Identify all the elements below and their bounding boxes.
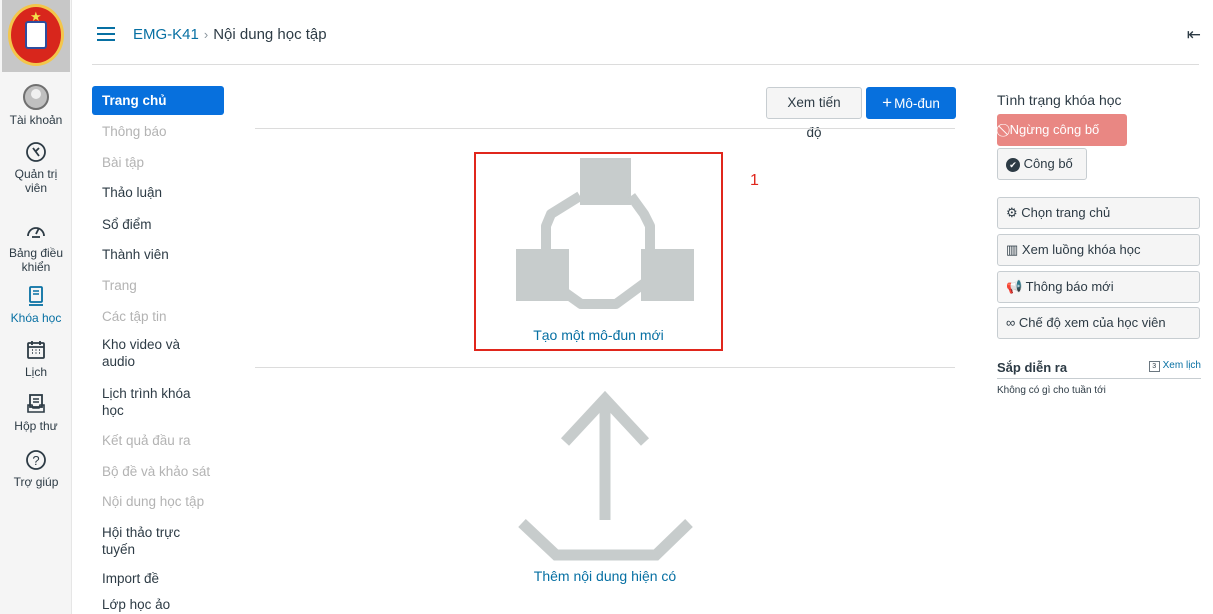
create-module-link[interactable]: Tạo một mô-đun mới bbox=[476, 327, 721, 343]
new-announcement-button[interactable]: 📢 Thông báo mới bbox=[997, 271, 1200, 303]
upcoming-section: Sắp diễn ra 3 Xem lịch Không có gì cho tu… bbox=[997, 360, 1201, 396]
global-nav-help[interactable]: ? Trợ giúp bbox=[0, 448, 72, 489]
header-divider bbox=[92, 64, 1199, 65]
megaphone-icon: 📢 bbox=[1006, 279, 1023, 294]
global-nav-label: Hộp thư bbox=[14, 419, 58, 433]
view-progress-button[interactable]: Xem tiến độ bbox=[766, 87, 862, 140]
choose-home-page-button[interactable]: ⚙ Chọn trang chủ bbox=[997, 197, 1200, 229]
import-content-area[interactable]: Thêm nội dung hiện có bbox=[470, 385, 740, 585]
annotation-marker: 1 bbox=[750, 172, 759, 189]
logo-seal: ★ bbox=[8, 4, 64, 66]
course-nav-item-modules[interactable]: Nội dung học tập bbox=[92, 493, 224, 510]
breadcrumb: EMG-K41 › Nội dung học tập bbox=[133, 26, 327, 43]
course-nav-item-import[interactable]: Import đề bbox=[92, 570, 224, 587]
global-nav-label: Bảng điều khiển bbox=[8, 246, 64, 274]
global-nav-inbox[interactable]: Hộp thư bbox=[0, 392, 72, 433]
import-content-link[interactable]: Thêm nội dung hiện có bbox=[470, 568, 740, 584]
course-nav-item-outcomes[interactable]: Kết quả đầu ra bbox=[92, 432, 224, 449]
global-nav-label: Quản trị viên bbox=[14, 167, 58, 195]
course-nav-item-media[interactable]: Kho video và audio bbox=[92, 336, 224, 370]
create-module-area[interactable]: Tạo một mô-đun mới bbox=[474, 152, 723, 351]
view-calendar-label: Xem lịch bbox=[1162, 360, 1201, 371]
glasses-icon: ∞ bbox=[1006, 315, 1016, 330]
module-hierarchy-icon bbox=[516, 158, 694, 309]
course-nav-item-pages[interactable]: Trang bbox=[92, 277, 224, 294]
add-module-label: Mô-đun bbox=[894, 96, 940, 111]
student-view-label: Chế độ xem của học viên bbox=[1018, 315, 1166, 330]
course-status-title: Tình trạng khóa học bbox=[997, 92, 1122, 108]
upcoming-divider bbox=[997, 378, 1201, 379]
view-course-stream-button[interactable]: ▥ Xem luồng khóa học bbox=[997, 234, 1200, 266]
global-nav-courses[interactable]: Khóa học bbox=[0, 284, 72, 325]
add-module-button[interactable]: + Mô-đun bbox=[866, 87, 956, 119]
course-nav-item-people[interactable]: Thành viên bbox=[92, 246, 224, 263]
global-nav-label: Khóa học bbox=[10, 311, 62, 325]
course-nav-item-assignments[interactable]: Bài tập bbox=[92, 154, 224, 171]
course-nav-item-syllabus[interactable]: Lịch trình khóa học bbox=[92, 385, 224, 419]
unpublish-label: Ngừng công bố bbox=[1009, 122, 1100, 137]
svg-text:?: ? bbox=[32, 453, 39, 468]
global-nav-dashboard[interactable]: Bảng điều khiển bbox=[0, 219, 72, 274]
breadcrumb-course-link[interactable]: EMG-K41 bbox=[133, 26, 199, 43]
publish-button[interactable]: ✔ Công bố bbox=[997, 148, 1087, 180]
course-nav-item-home[interactable]: Trang chủ bbox=[92, 86, 224, 115]
global-nav-label: Tài khoản bbox=[9, 113, 63, 127]
view-calendar-link[interactable]: 3 Xem lịch bbox=[1148, 360, 1201, 372]
course-nav-item-discussions[interactable]: Thảo luận bbox=[92, 184, 224, 201]
help-icon: ? bbox=[26, 450, 46, 470]
course-nav-item-quizzes[interactable]: Bộ đề và khảo sát bbox=[92, 463, 224, 480]
hamburger-menu-icon[interactable] bbox=[97, 27, 115, 41]
check-circle-icon: ✔ bbox=[1006, 157, 1020, 172]
global-nav-calendar[interactable]: Lịch bbox=[0, 338, 72, 379]
breadcrumb-current-page: Nội dung học tập bbox=[213, 26, 327, 43]
calendar-small-icon: 3 bbox=[1148, 361, 1160, 372]
course-nav-item-files[interactable]: Các tập tin bbox=[92, 308, 224, 325]
upcoming-empty-message: Không có gì cho tuần tới bbox=[997, 385, 1106, 396]
section-divider bbox=[255, 367, 955, 368]
inbox-icon bbox=[27, 394, 45, 413]
global-nav-account[interactable]: Tài khoản bbox=[0, 84, 72, 127]
course-nav-item-grades[interactable]: Sổ điểm bbox=[92, 216, 224, 233]
publish-label: Công bố bbox=[1023, 156, 1073, 171]
dashboard-icon bbox=[27, 227, 45, 238]
new-announcement-label: Thông báo mới bbox=[1025, 279, 1114, 294]
shield-icon bbox=[26, 142, 46, 162]
user-avatar-icon bbox=[23, 84, 49, 110]
course-nav-item-announcements[interactable]: Thông báo bbox=[92, 123, 224, 140]
global-nav: ★ Tài khoản Quản trị viên Bảng điều khiể… bbox=[0, 0, 72, 614]
view-course-stream-label: Xem luồng khóa học bbox=[1021, 242, 1141, 257]
logo-book-icon bbox=[25, 21, 47, 49]
course-nav-item-conferences[interactable]: Hội thảo trực tuyến bbox=[92, 524, 224, 558]
stream-icon: ▥ bbox=[1006, 242, 1019, 257]
page-header: EMG-K41 › Nội dung học tập ⇤ bbox=[72, 0, 1213, 66]
student-view-button[interactable]: ∞ Chế độ xem của học viên bbox=[997, 307, 1200, 339]
global-nav-label: Lịch bbox=[24, 365, 47, 379]
toolbar-divider bbox=[255, 128, 955, 129]
unpublish-button[interactable]: ⃠ Ngừng công bố bbox=[997, 114, 1127, 146]
calendar-icon bbox=[27, 341, 45, 359]
choose-home-page-label: Chọn trang chủ bbox=[1021, 205, 1111, 220]
global-nav-admin[interactable]: Quản trị viên bbox=[0, 140, 72, 195]
institution-logo[interactable]: ★ bbox=[2, 0, 70, 72]
course-nav-item-classin[interactable]: Lớp học ảo ClassIn bbox=[92, 596, 224, 614]
breadcrumb-separator: › bbox=[203, 27, 209, 42]
book-icon bbox=[29, 286, 43, 306]
plus-icon: + bbox=[882, 93, 893, 112]
upload-arrow-icon bbox=[518, 390, 693, 561]
gear-icon: ⚙ bbox=[1006, 205, 1018, 220]
global-nav-label: Trợ giúp bbox=[13, 475, 59, 489]
collapse-sidebar-icon[interactable]: ⇤ bbox=[1187, 25, 1201, 45]
